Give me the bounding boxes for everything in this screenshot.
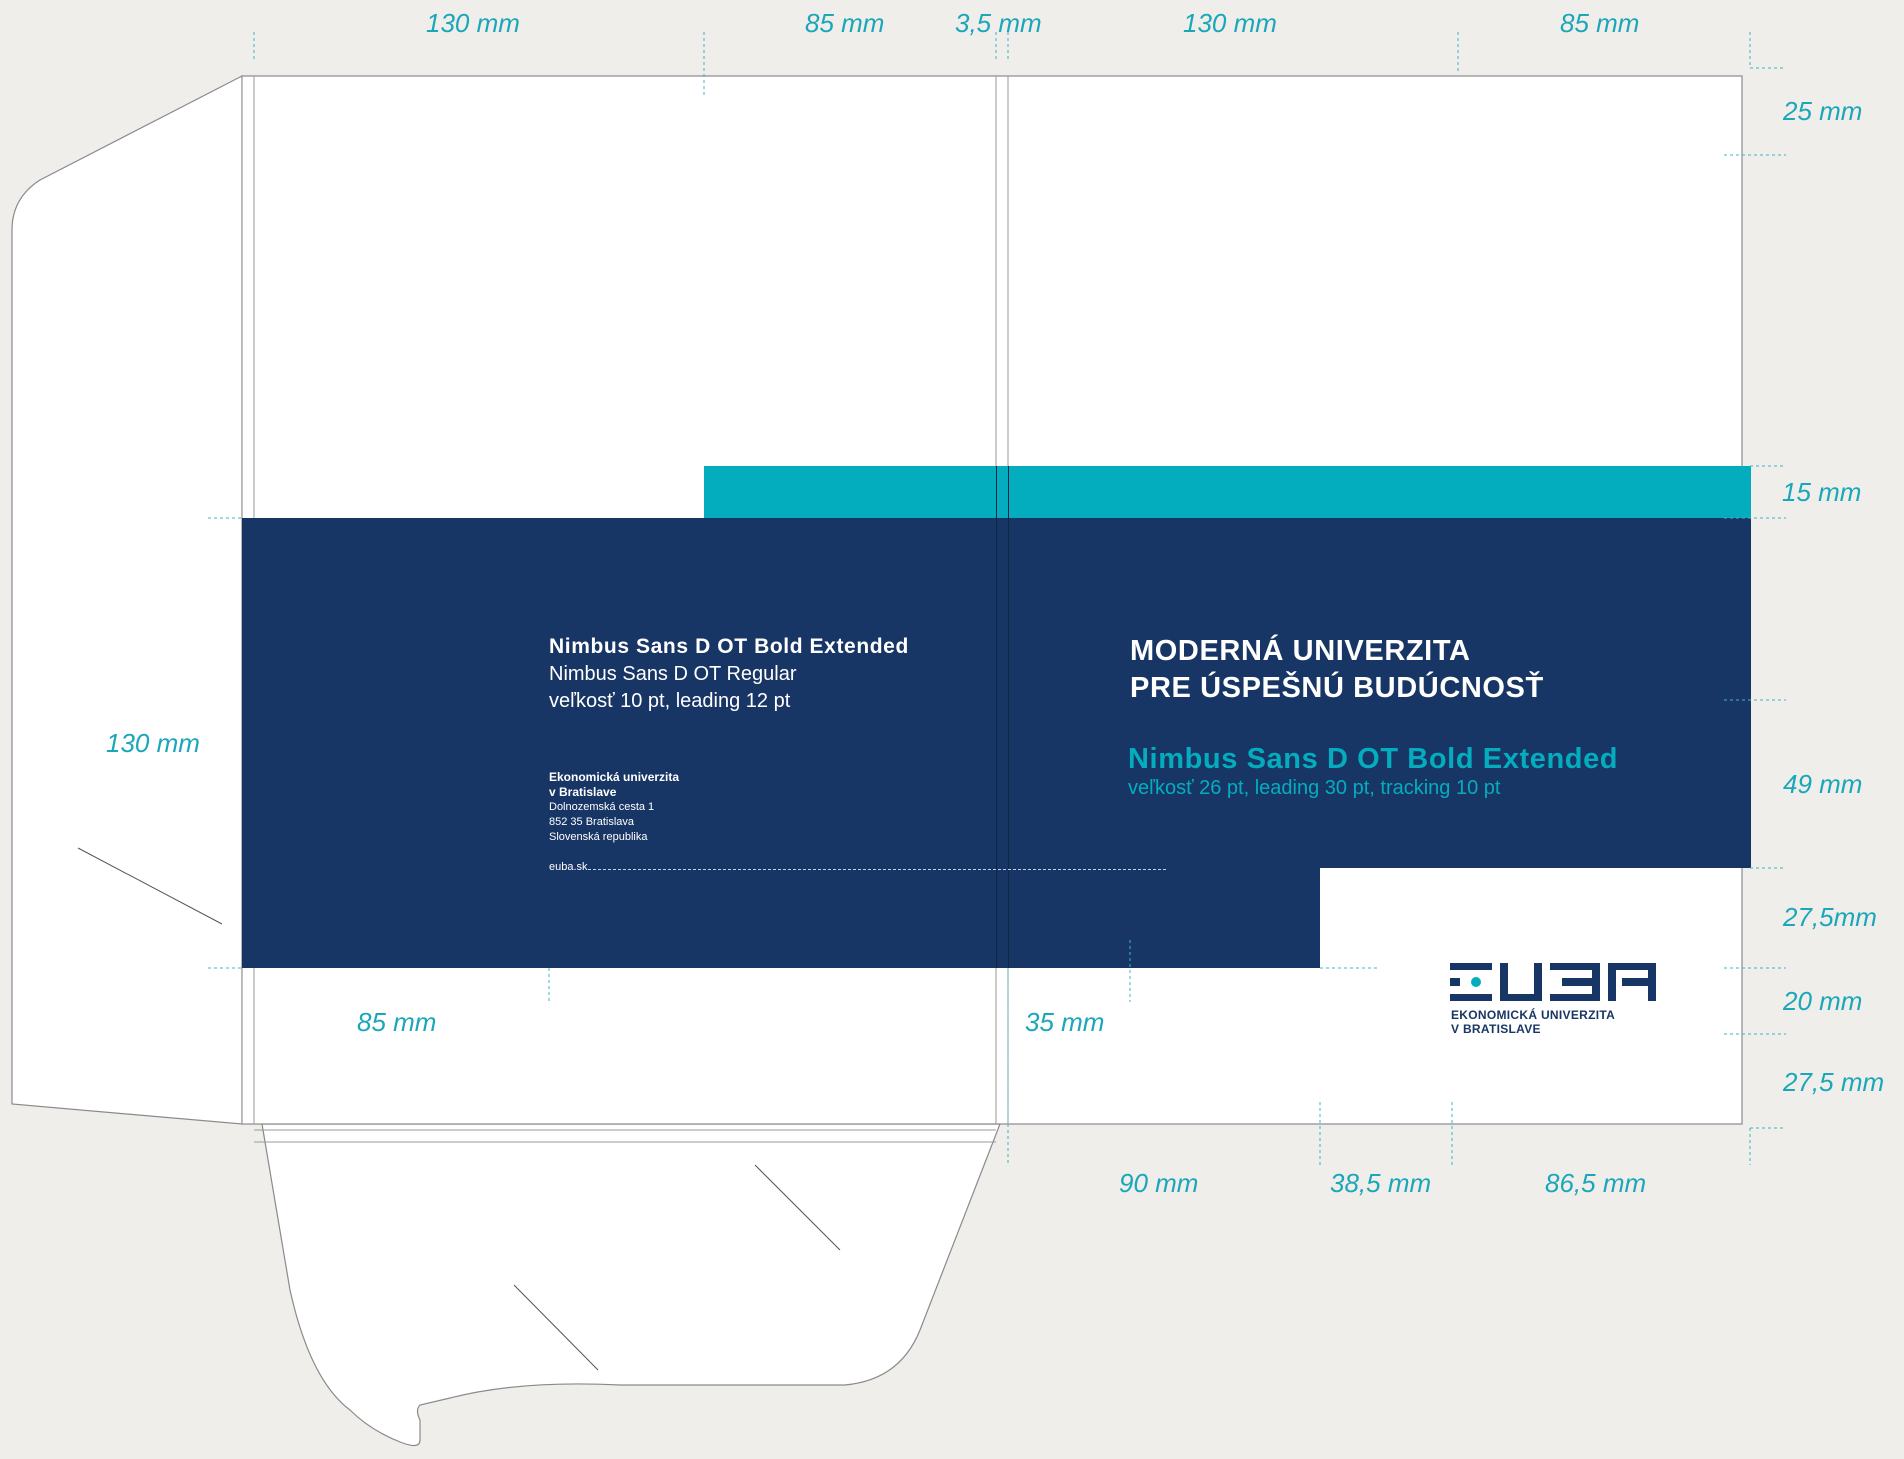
- folder-dieline-canvas: Nimbus Sans D OT Bold Extended Nimbus Sa…: [0, 0, 1904, 1459]
- dim-bottom-left-1: 85 mm: [357, 1007, 437, 1037]
- dim-top-4: 130 mm: [1183, 8, 1277, 38]
- dim-bottom-right-3: 86,5 mm: [1545, 1168, 1647, 1198]
- dim-top-2: 85 mm: [805, 8, 885, 38]
- dim-top-3: 3,5 mm: [955, 8, 1042, 38]
- dim-right-1: 25 mm: [1783, 96, 1863, 126]
- dim-bottom-right-2: 38,5 mm: [1330, 1168, 1432, 1198]
- dim-top-1: 130 mm: [426, 8, 520, 38]
- dim-right-4: 27,5mm: [1783, 902, 1877, 932]
- dim-right-6: 27,5 mm: [1783, 1067, 1885, 1097]
- dim-top-5: 85 mm: [1560, 8, 1640, 38]
- dim-bottom-left-2: 35 mm: [1025, 1007, 1105, 1037]
- dim-right-2: 15 mm: [1782, 477, 1862, 507]
- dim-left: 130 mm: [106, 728, 200, 758]
- dimension-guides: [208, 32, 1786, 1165]
- dim-right-3: 49 mm: [1783, 769, 1863, 799]
- dim-bottom-right-1: 90 mm: [1119, 1168, 1199, 1198]
- dim-right-5: 20 mm: [1783, 986, 1863, 1016]
